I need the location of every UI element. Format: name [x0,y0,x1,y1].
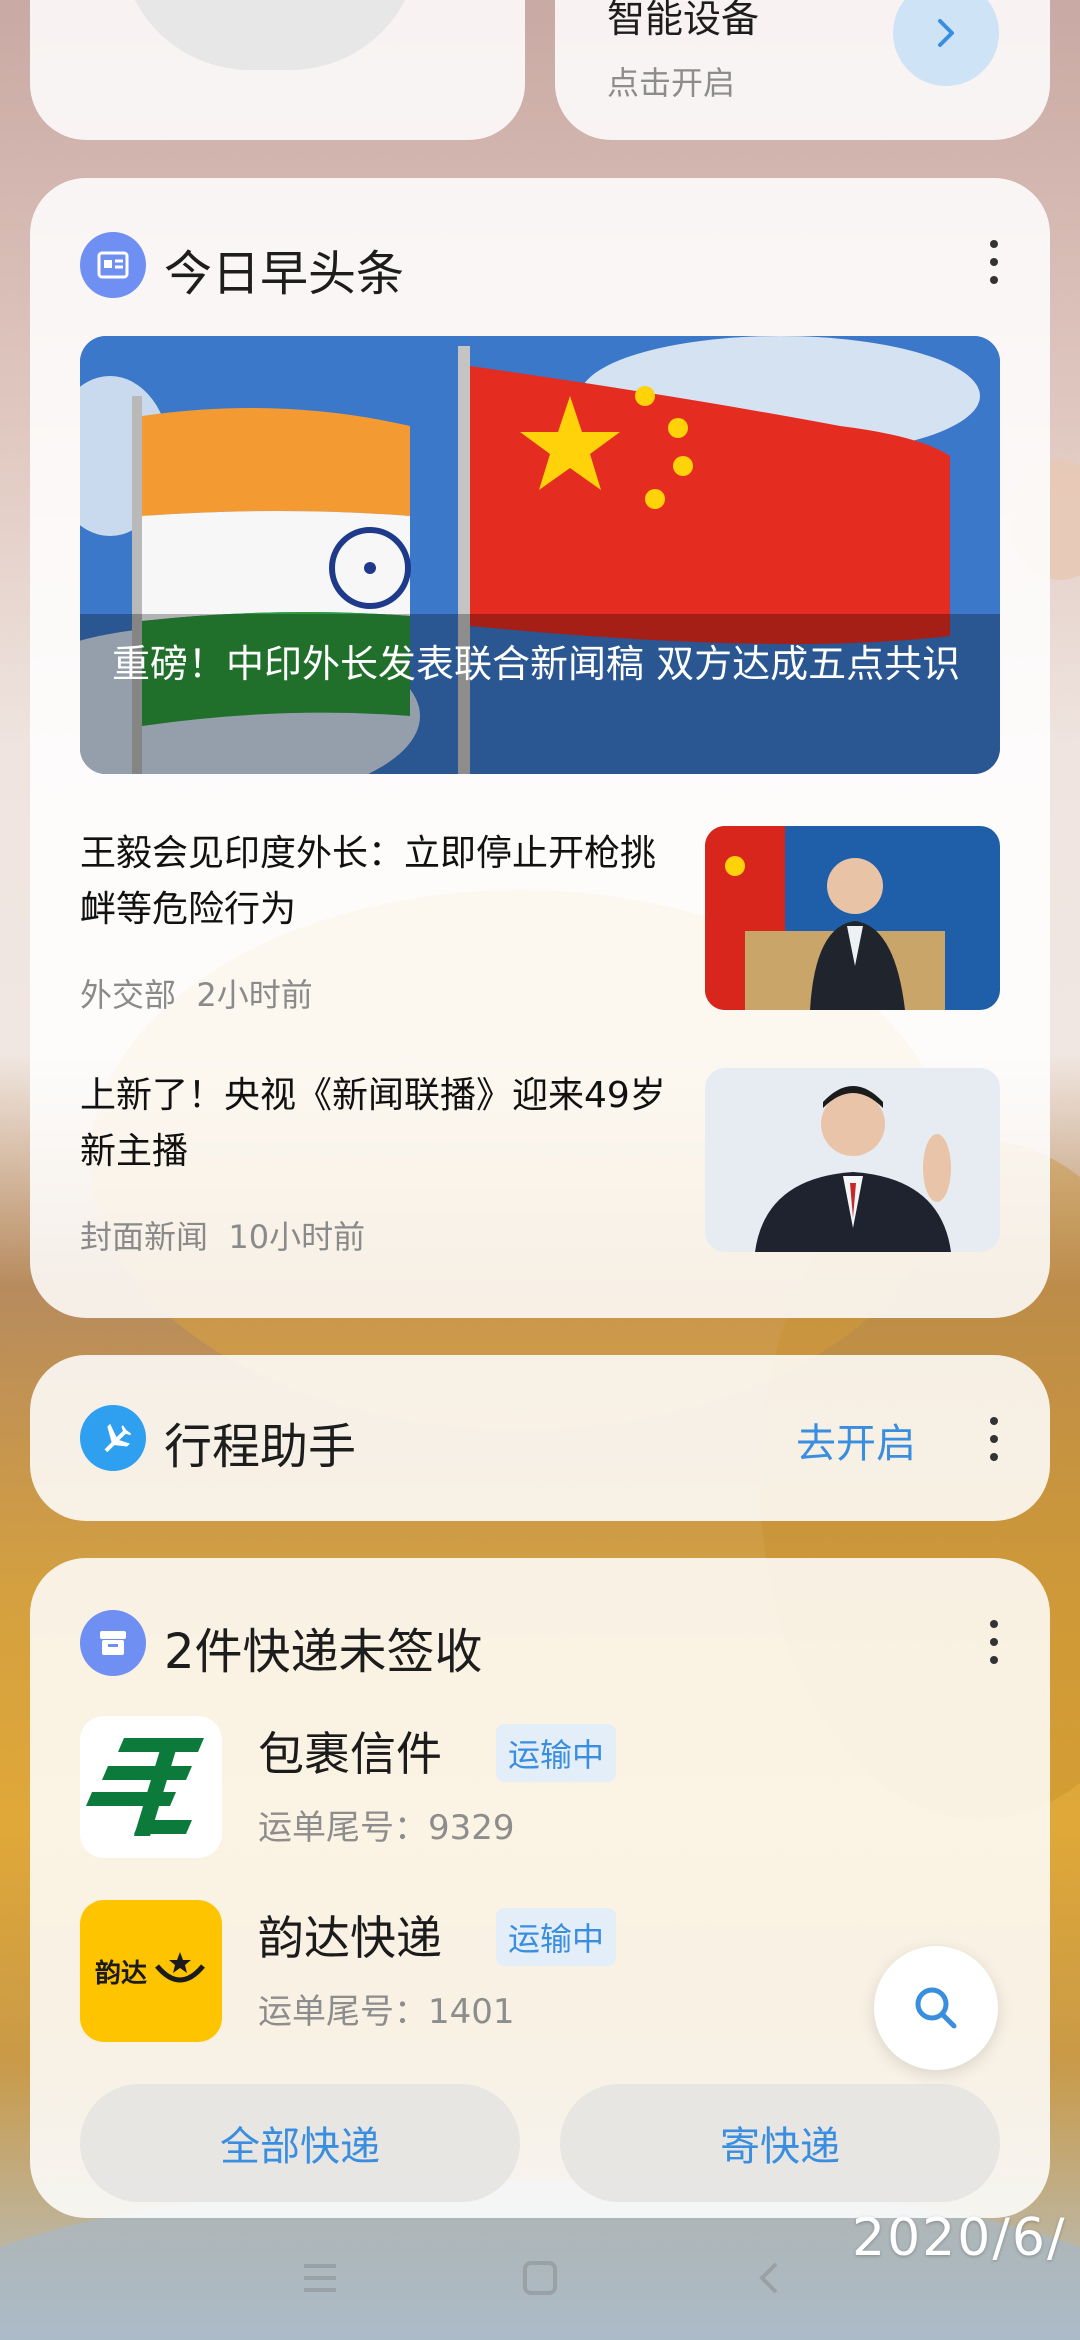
nav-menu-icon[interactable] [300,2260,340,2296]
top-left-card[interactable] [30,0,525,140]
news-card-title: 今日早头条 [164,246,405,302]
nav-back-icon[interactable] [750,2258,790,2298]
news-item-title: 上新了！央视《新闻联播》迎来49岁新主播 [80,1075,666,1172]
all-express-button[interactable]: 全部快递 [80,2084,520,2202]
tracking-number: 运单尾号：9329 [258,1808,515,1848]
package-name: 包裹信件 [258,1727,442,1781]
smart-device-subtitle: 点击开启 [607,64,736,102]
news-icon [80,232,146,298]
news-source: 外交部 [80,976,177,1014]
chevron-right-icon[interactable] [893,0,999,86]
news-card: 今日早头条 重磅！中印外长发表联合新闻稿 双方达成五点共识 王毅会见印度外长：立… [30,178,1050,1318]
news-source: 封面新闻 [80,1218,209,1256]
express-card-title: 2件快递未签收 [164,1624,483,1680]
plane-icon [80,1405,146,1471]
date-text: 2020/6/ [852,2208,1067,2268]
china-post-logo [80,1716,222,1858]
hero-news[interactable]: 重磅！中印外长发表联合新闻稿 双方达成五点共识 [80,336,1000,774]
more-icon[interactable] [988,240,1000,284]
status-badge: 运输中 [496,1908,617,1966]
package-icon [80,1610,146,1676]
news-item-meta: 外交部 2小时前 [80,970,313,1016]
yunda-logo-text: 韵达 [94,1958,147,1989]
trip-enable-link[interactable]: 去开启 [796,1411,916,1469]
news-time: 10小时前 [228,1218,366,1256]
hero-image [80,336,1000,774]
news-item-title: 王毅会见印度外长：立即停止开枪挑衅等危险行为 [80,833,657,930]
news-time: 2小时前 [196,976,313,1014]
trip-card-title: 行程助手 [164,1419,357,1475]
news-thumbnail [705,1068,1000,1252]
news-thumbnail [705,826,1000,1010]
package-item[interactable]: 包裹信件 运输中 运单尾号：9329 [80,1716,980,1858]
package-name: 韵达快递 [258,1911,442,1965]
tracking-number: 运单尾号：1401 [258,1992,515,2032]
yunda-logo: 韵达 [80,1900,222,2042]
device-thumb [120,0,420,70]
smart-device-title: 智能设备 [607,0,760,41]
news-item[interactable]: 王毅会见印度外长：立即停止开枪挑衅等危险行为 外交部 2小时前 [80,826,1000,1026]
more-icon[interactable] [988,1417,1000,1461]
more-icon[interactable] [988,1620,1000,1664]
nav-home-icon[interactable] [520,2258,560,2298]
express-card: 2件快递未签收 包裹信件 运输中 运单尾号：9329 韵达 韵达快递 运输中 运… [30,1558,1050,2218]
package-item[interactable]: 韵达 韵达快递 运输中 运单尾号：1401 [80,1900,980,2042]
hero-caption: 重磅！中印外长发表联合新闻稿 双方达成五点共识 [112,642,961,686]
smart-device-card[interactable]: 智能设备 点击开启 [555,0,1050,140]
news-item[interactable]: 上新了！央视《新闻联播》迎来49岁新主播 封面新闻 10小时前 [80,1068,1000,1268]
status-badge: 运输中 [496,1724,617,1782]
news-item-meta: 封面新闻 10小时前 [80,1212,365,1258]
trip-card[interactable]: 行程助手 去开启 [30,1355,1050,1521]
search-icon[interactable] [874,1946,998,2070]
send-express-button[interactable]: 寄快递 [560,2084,1000,2202]
